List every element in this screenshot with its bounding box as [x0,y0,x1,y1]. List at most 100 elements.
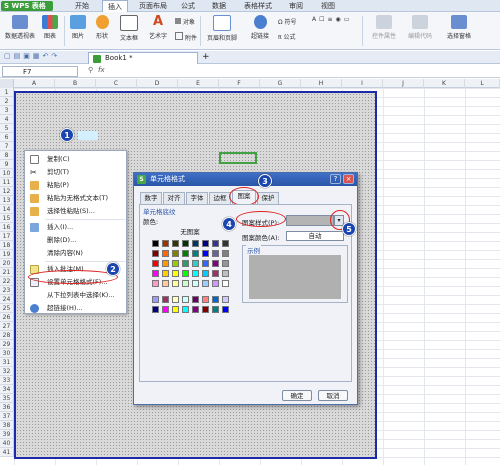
color-swatch[interactable] [202,270,209,277]
color-swatch[interactable] [212,260,219,267]
row-header[interactable]: 27 [0,322,14,331]
color-swatch[interactable] [192,240,199,247]
column-header[interactable]: K [424,79,465,88]
color-swatch[interactable] [152,240,159,247]
control-properties-button[interactable]: 控件属性 [368,15,400,40]
menu-insert[interactable]: 插入 [102,0,128,12]
column-header[interactable]: H [301,79,342,88]
active-cell-f7[interactable] [219,152,257,164]
row-header[interactable]: 12 [0,187,14,196]
color-swatch[interactable] [222,260,229,267]
row-header[interactable]: 41 [0,448,14,457]
menu-table-style[interactable]: 表格样式 [240,0,276,12]
color-swatch[interactable] [202,280,209,287]
tab-protection[interactable]: 保护 [257,192,279,204]
color-swatch[interactable] [192,270,199,277]
row-header[interactable]: 1 [0,88,14,97]
pattern-color-dropdown[interactable]: 自动 [286,231,344,241]
select-all-corner[interactable] [0,79,14,88]
column-header[interactable]: F [219,79,260,88]
row-header[interactable]: 7 [0,142,14,151]
column-header[interactable]: G [260,79,301,88]
context-paste-special[interactable]: 选择性粘贴(S)... [25,205,126,218]
menu-data[interactable]: 数据 [208,0,230,12]
color-swatch[interactable] [162,270,169,277]
tab-alignment[interactable]: 对齐 [163,192,185,204]
color-swatch[interactable] [192,296,199,303]
row-header[interactable]: 4 [0,115,14,124]
fx-button[interactable]: fx [98,66,105,74]
color-swatch[interactable] [172,250,179,257]
close-button[interactable]: × [343,174,354,184]
column-header[interactable]: C [96,79,137,88]
context-hyperlink[interactable]: 超链接(H)... [25,302,126,315]
color-swatch[interactable] [162,250,169,257]
color-swatch[interactable] [152,250,159,257]
color-swatch[interactable] [162,240,169,247]
picture-button[interactable]: 图片 [68,15,88,40]
selection-pane-button[interactable]: 选择窗格 [442,15,476,40]
color-swatch[interactable] [202,260,209,267]
color-swatch[interactable] [212,280,219,287]
document-tab[interactable]: Book1 * [88,52,198,64]
color-swatch[interactable] [212,306,219,313]
color-swatch[interactable] [222,296,229,303]
color-swatch[interactable] [222,280,229,287]
context-paste-plain[interactable]: 粘贴为无格式文本(T) [25,192,126,205]
color-swatch[interactable] [182,306,189,313]
color-swatch[interactable] [212,240,219,247]
new-tab-button[interactable]: + [202,52,210,63]
row-header[interactable]: 37 [0,412,14,421]
cancel-button[interactable]: 取消 [318,390,348,401]
color-swatch[interactable] [152,306,159,313]
column-header[interactable]: J [383,79,424,88]
color-swatch[interactable] [162,296,169,303]
color-swatch[interactable] [212,296,219,303]
color-swatch[interactable] [172,296,179,303]
menu-review[interactable]: 审阅 [285,0,307,12]
color-swatch[interactable] [152,260,159,267]
color-swatch[interactable] [172,306,179,313]
color-swatch[interactable] [202,250,209,257]
row-header[interactable]: 19 [0,250,14,259]
wordart-button[interactable]: A 艺术字 [144,15,172,41]
tab-font[interactable]: 字体 [186,192,208,204]
color-swatch[interactable] [182,250,189,257]
row-header[interactable]: 32 [0,367,14,376]
row-header[interactable]: 23 [0,286,14,295]
row-header[interactable]: 24 [0,295,14,304]
color-swatch[interactable] [202,296,209,303]
row-header[interactable]: 8 [0,151,14,160]
color-swatch[interactable] [182,280,189,287]
wps-logo-button[interactable]: S WPS 表格 ▾ [1,1,53,20]
form-controls-toolbar[interactable]: A☐≡◉▭ [312,16,352,23]
no-color-button[interactable]: 无图案 [152,227,228,237]
row-header[interactable]: 21 [0,268,14,277]
row-header[interactable]: 17 [0,232,14,241]
tab-number[interactable]: 数字 [140,192,162,204]
row-header[interactable]: 25 [0,304,14,313]
color-swatch[interactable] [182,270,189,277]
column-header[interactable]: I [342,79,383,88]
color-swatch[interactable] [182,240,189,247]
menu-view[interactable]: 视图 [317,0,339,12]
color-swatch[interactable] [192,306,199,313]
row-header[interactable]: 35 [0,394,14,403]
hyperlink-button[interactable]: 超链接 [248,15,272,40]
header-footer-button[interactable]: 页眉和页脚 [204,15,240,42]
tab-border[interactable]: 边框 [209,192,231,204]
color-swatch[interactable] [192,280,199,287]
column-header[interactable]: L [465,79,500,88]
edit-code-button[interactable]: 编辑代码 [404,15,436,40]
row-header[interactable]: 38 [0,421,14,430]
color-swatch[interactable] [172,280,179,287]
color-swatch[interactable] [222,240,229,247]
color-swatch[interactable] [182,260,189,267]
context-paste[interactable]: 粘贴(P) [25,179,126,192]
row-header[interactable]: 39 [0,430,14,439]
row-header[interactable]: 26 [0,313,14,322]
color-swatch[interactable] [172,240,179,247]
row-header[interactable]: 20 [0,259,14,268]
menu-page-layout[interactable]: 页面布局 [135,0,171,12]
row-header[interactable]: 40 [0,439,14,448]
